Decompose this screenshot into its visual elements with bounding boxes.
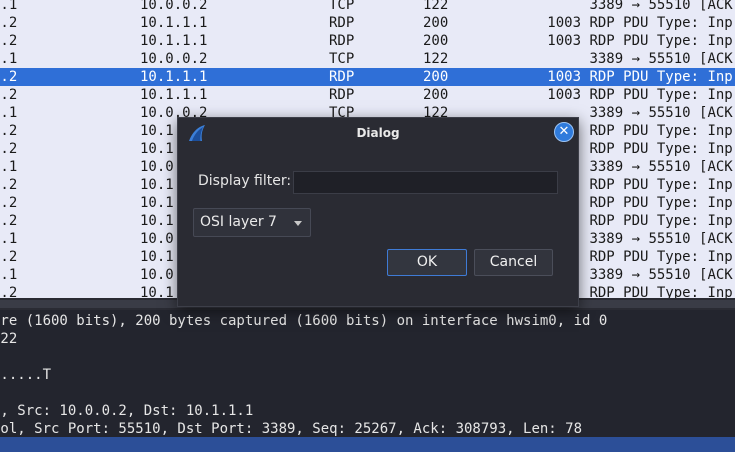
cell-destination: 10.1 [140,195,174,211]
table-row[interactable]: 1.1 10.0.0.2 TCP 122 3389 → 55510 [ACK [0,50,735,68]
cell-info-number: 1003 [547,69,581,85]
chevron-down-icon [294,221,302,226]
cell-info-text: 3389 → 55510 [ACK [589,51,733,67]
cell-source: 0.2 [0,177,18,193]
cell-info-text: RDP PDU Type: Inp [589,213,733,229]
cell-source: 0.2 [0,69,18,85]
cell-info-text: RDP PDU Type: Inp [589,33,733,49]
cell-length: 200 [423,33,449,49]
cell-destination: 10.0 [140,231,174,247]
cell-protocol: RDP [329,87,355,103]
cell-destination: 10.0 [140,267,174,283]
cell-info-text: 3389 → 55510 [ACK [589,231,733,247]
cell-destination: 10.1 [140,249,174,265]
cell-source: 0.2 [0,195,18,211]
detail-line[interactable]: 4, Src: 10.0.0.2, Dst: 10.1.1.1 [0,402,253,420]
detail-line[interactable]: 22 [0,330,17,348]
cell-info: 1003 RDP PDU Type: Inp [470,14,735,32]
cell-source: 1.1 [0,105,18,121]
cell-info-text: RDP PDU Type: Inp [589,15,733,31]
cell-info-text: RDP PDU Type: Inp [589,123,733,139]
cell-source: 0.2 [0,33,18,49]
cell-info-number: 1003 [547,87,581,103]
cell-info-text: 3389 → 55510 [ACK [589,105,733,121]
cell-source: 1.1 [0,0,18,13]
table-row[interactable]: 0.2 10.1.1.1 RDP 200 1003 RDP PDU Type: Inp [0,32,735,50]
cell-info-text: RDP PDU Type: Inp [589,177,733,193]
cell-info-text: RDP PDU Type: Inp [589,285,733,298]
cell-source: 1.1 [0,51,18,67]
detail-line[interactable]: col, Src Port: 55510, Dst Port: 3389, Se… [0,420,582,438]
cell-source: 0.2 [0,87,18,103]
cell-info-text: 3389 → 55510 [ACK [589,159,733,175]
cell-destination: 10.1.1.1 [140,87,208,103]
cell-destination: 10.1.1.1 [140,15,208,31]
dialog-title: Dialog [356,126,400,140]
cell-source: 1.1 [0,267,18,283]
cell-length: 122 [423,0,449,13]
cell-source: 0.2 [0,123,18,139]
cell-destination: 10.1 [140,141,174,157]
ok-button[interactable]: OK [387,249,467,276]
cell-source: 1.1 [0,231,18,247]
cell-info-number: 1003 [547,15,581,31]
display-filter-input[interactable] [293,171,558,194]
display-filter-dialog: Dialog ✕ Display filter: OSI layer 7 OK … [177,117,579,307]
cell-destination: 10.1 [140,177,174,193]
table-row[interactable]: 0.2 10.1.1.1 RDP 200 1003 RDP PDU Type: Inp [0,86,735,104]
cell-info: 1003 RDP PDU Type: Inp [470,68,735,86]
cell-length: 200 [423,87,449,103]
cell-source: 0.2 [0,141,18,157]
cell-info: 3389 → 55510 [ACK [470,0,735,14]
cell-protocol: RDP [329,69,355,85]
cell-length: 200 [423,15,449,31]
table-row[interactable]: 0.2 10.1.1.1 RDP 200 1003 RDP PDU Type: Inp [0,68,735,86]
cell-destination: 10.0.0.2 [140,0,208,13]
cell-source: 1.1 [0,159,18,175]
cell-length: 200 [423,69,449,85]
cell-protocol: RDP [329,15,355,31]
cell-source: 0.2 [0,249,18,265]
cell-info-text: RDP PDU Type: Inp [589,249,733,265]
cell-destination: 10.1.1.1 [140,69,208,85]
display-filter-label: Display filter: [198,173,292,189]
table-row[interactable]: 0.2 10.1.1.1 RDP 200 1003 RDP PDU Type: Inp [0,14,735,32]
cell-destination: 10.1 [140,213,174,229]
packet-details-pane[interactable]: ire (1600 bits), 200 bytes captured (160… [0,310,735,437]
cell-destination: 10.1 [140,123,174,139]
cell-info-text: RDP PDU Type: Inp [589,87,733,103]
cell-info-text: 3389 → 55510 [ACK [589,0,733,13]
cell-destination: 10.0 [140,159,174,175]
cell-info-number: 1003 [547,33,581,49]
detail-line[interactable]: ire (1600 bits), 200 bytes captured (160… [0,312,607,330]
cancel-button[interactable]: Cancel [474,249,553,276]
cell-info-text: RDP PDU Type: Inp [589,195,733,211]
cell-destination: 10.1.1.1 [140,33,208,49]
cell-info-text: RDP PDU Type: Inp [589,69,733,85]
table-row[interactable]: 1.1 10.0.0.2 TCP 122 3389 → 55510 [ACK [0,0,735,14]
cell-info: 3389 → 55510 [ACK [470,50,735,68]
detail-line[interactable]: p.....T [0,366,51,384]
cell-destination: 10.0.0.2 [140,51,208,67]
cell-info: 1003 RDP PDU Type: Inp [470,86,735,104]
cell-protocol: TCP [329,51,355,67]
osi-layer-select-value: OSI layer 7 [200,214,277,230]
cell-protocol: RDP [329,33,355,49]
cell-info: 1003 RDP PDU Type: Inp [470,32,735,50]
cell-info-text: RDP PDU Type: Inp [589,141,733,157]
cell-protocol: TCP [329,0,355,13]
cell-info-text: 3389 → 55510 [ACK [589,267,733,283]
close-icon[interactable]: ✕ [554,122,574,142]
cell-length: 122 [423,51,449,67]
cell-destination: 10.1 [140,285,174,298]
cell-source: 0.2 [0,213,18,229]
cell-source: 0.2 [0,15,18,31]
status-bar [0,437,735,452]
cell-source: 0.2 [0,285,18,298]
osi-layer-select[interactable]: OSI layer 7 [193,208,311,237]
